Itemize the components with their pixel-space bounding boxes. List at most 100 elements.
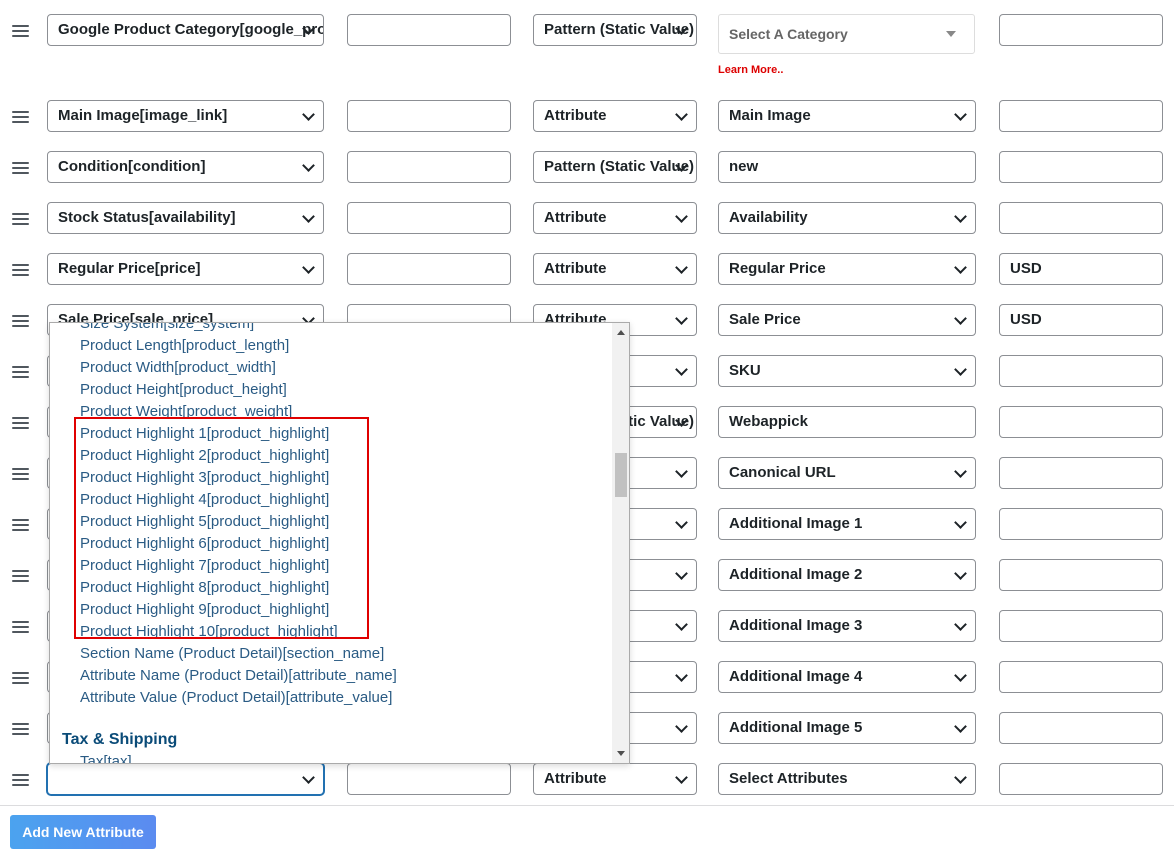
value-select[interactable]: Additional Image 4 [718, 661, 976, 693]
suffix-input[interactable] [999, 202, 1163, 234]
chevron-down-icon [675, 669, 688, 682]
value-select[interactable]: Additional Image 2 [718, 559, 976, 591]
feed-field-select[interactable] [47, 763, 324, 795]
learn-more-link[interactable]: Learn More.. [718, 64, 783, 76]
feed-field-select[interactable]: Regular Price[price] [47, 253, 324, 285]
scroll-thumb[interactable] [615, 453, 627, 497]
suffix-input[interactable] [999, 559, 1163, 591]
suffix-input[interactable] [999, 610, 1163, 642]
field-dropdown-list[interactable]: Size System[size_system] Product Length[p… [49, 322, 630, 764]
dropdown-option[interactable]: Section Name (Product Detail)[section_na… [50, 643, 610, 665]
dropdown-option[interactable]: Product Height[product_height] [50, 379, 610, 401]
value-select[interactable]: Select Attributes [718, 763, 976, 795]
chevron-down-icon [954, 210, 967, 223]
drag-handle-icon[interactable] [12, 264, 29, 276]
drag-handle-icon[interactable] [12, 672, 29, 684]
type-select[interactable]: Pattern (Static Value) [533, 14, 697, 46]
static-value-input[interactable]: Webappick [718, 406, 976, 438]
prefix-input[interactable] [347, 253, 511, 285]
add-new-attribute-button[interactable]: Add New Attribute [10, 815, 156, 849]
drag-handle-icon[interactable] [12, 315, 29, 327]
value-text: Additional Image 3 [729, 617, 863, 634]
dropdown-group-label: Tax & Shipping [62, 731, 178, 748]
prefix-input[interactable] [347, 202, 511, 234]
drag-handle-icon[interactable] [12, 162, 29, 174]
drag-handle-icon[interactable] [12, 366, 29, 378]
value-select[interactable]: Main Image [718, 100, 976, 132]
prefix-input[interactable] [347, 151, 511, 183]
static-value-input[interactable]: new [718, 151, 976, 183]
value-select[interactable]: Regular Price [718, 253, 976, 285]
chevron-down-icon [302, 210, 315, 223]
drag-handle-icon[interactable] [12, 213, 29, 225]
dropdown-option[interactable]: Product Width[product_width] [50, 357, 610, 379]
suffix-input[interactable] [999, 406, 1163, 438]
type-select[interactable]: Pattern (Static Value) [533, 151, 697, 183]
chevron-down-icon [675, 516, 688, 529]
prefix-input[interactable] [347, 100, 511, 132]
suffix-input[interactable] [999, 100, 1163, 132]
dropdown-option[interactable]: Tax[tax] [50, 751, 610, 763]
dropdown-option[interactable]: Attribute Value (Product Detail)[attribu… [50, 687, 610, 709]
type-select[interactable]: Attribute [533, 202, 697, 234]
scroll-down-arrow-icon[interactable] [617, 751, 625, 756]
suffix-input[interactable] [999, 355, 1163, 387]
type-value: Attribute [544, 260, 607, 277]
dropdown-option[interactable]: Product Length[product_length] [50, 335, 610, 357]
dropdown-scrollbar[interactable] [612, 323, 629, 763]
suffix-input[interactable] [999, 508, 1163, 540]
chevron-down-icon [954, 465, 967, 478]
value-select[interactable]: Additional Image 5 [718, 712, 976, 744]
drag-handle-icon[interactable] [12, 417, 29, 429]
drag-handle-icon[interactable] [12, 519, 29, 531]
value-select[interactable]: Canonical URL [718, 457, 976, 489]
chevron-down-icon [675, 618, 688, 631]
suffix-input[interactable] [999, 151, 1163, 183]
chevron-down-icon [675, 465, 688, 478]
value-select[interactable]: Sale Price [718, 304, 976, 336]
suffix-input[interactable] [999, 457, 1163, 489]
suffix-input[interactable] [999, 763, 1163, 795]
type-value: Pattern (Static Value) [544, 158, 695, 175]
feed-field-value: Main Image[image_link] [58, 107, 228, 124]
chevron-down-icon [675, 261, 688, 274]
suffix-input[interactable]: USD [999, 304, 1163, 336]
type-select[interactable]: Attribute [533, 100, 697, 132]
dropdown-option[interactable]: Size System[size_system] [50, 323, 610, 335]
value-select[interactable]: SKU [718, 355, 976, 387]
category-select[interactable]: Select A Category [718, 14, 975, 54]
suffix-input[interactable]: USD [999, 253, 1163, 285]
drag-handle-icon[interactable] [12, 111, 29, 123]
dropdown-option[interactable]: Attribute Name (Product Detail)[attribut… [50, 665, 610, 687]
drag-handle-icon[interactable] [12, 570, 29, 582]
feed-field-select[interactable]: Google Product Category[google_product_c… [47, 14, 324, 46]
value-select[interactable]: Availability [718, 202, 976, 234]
suffix-input[interactable] [999, 661, 1163, 693]
prefix-input[interactable] [347, 763, 511, 795]
drag-handle-icon[interactable] [12, 25, 29, 37]
drag-handle-icon[interactable] [12, 774, 29, 786]
chevron-down-icon [675, 720, 688, 733]
attribute-row: Google Product Category[google_product_c… [0, 14, 1174, 76]
value-text: Sale Price [729, 311, 801, 328]
chevron-down-icon [954, 312, 967, 325]
chevron-down-icon [954, 771, 967, 784]
chevron-down-icon [302, 108, 315, 121]
value-select[interactable]: Additional Image 1 [718, 508, 976, 540]
scroll-up-arrow-icon[interactable] [617, 330, 625, 335]
drag-handle-icon[interactable] [12, 621, 29, 633]
drag-handle-icon[interactable] [12, 723, 29, 735]
drag-handle-icon[interactable] [12, 468, 29, 480]
feed-field-select[interactable]: Condition[condition] [47, 151, 324, 183]
chevron-down-icon [954, 618, 967, 631]
value-select[interactable]: Additional Image 3 [718, 610, 976, 642]
caret-down-icon [946, 31, 956, 37]
suffix-input[interactable] [999, 712, 1163, 744]
feed-field-select[interactable]: Main Image[image_link] [47, 100, 324, 132]
feed-field-select[interactable]: Stock Status[availability] [47, 202, 324, 234]
suffix-input[interactable] [999, 14, 1163, 46]
prefix-input[interactable] [347, 14, 511, 46]
type-select[interactable]: Attribute [533, 253, 697, 285]
chevron-down-icon [954, 516, 967, 529]
type-select[interactable]: Attribute [533, 763, 697, 795]
